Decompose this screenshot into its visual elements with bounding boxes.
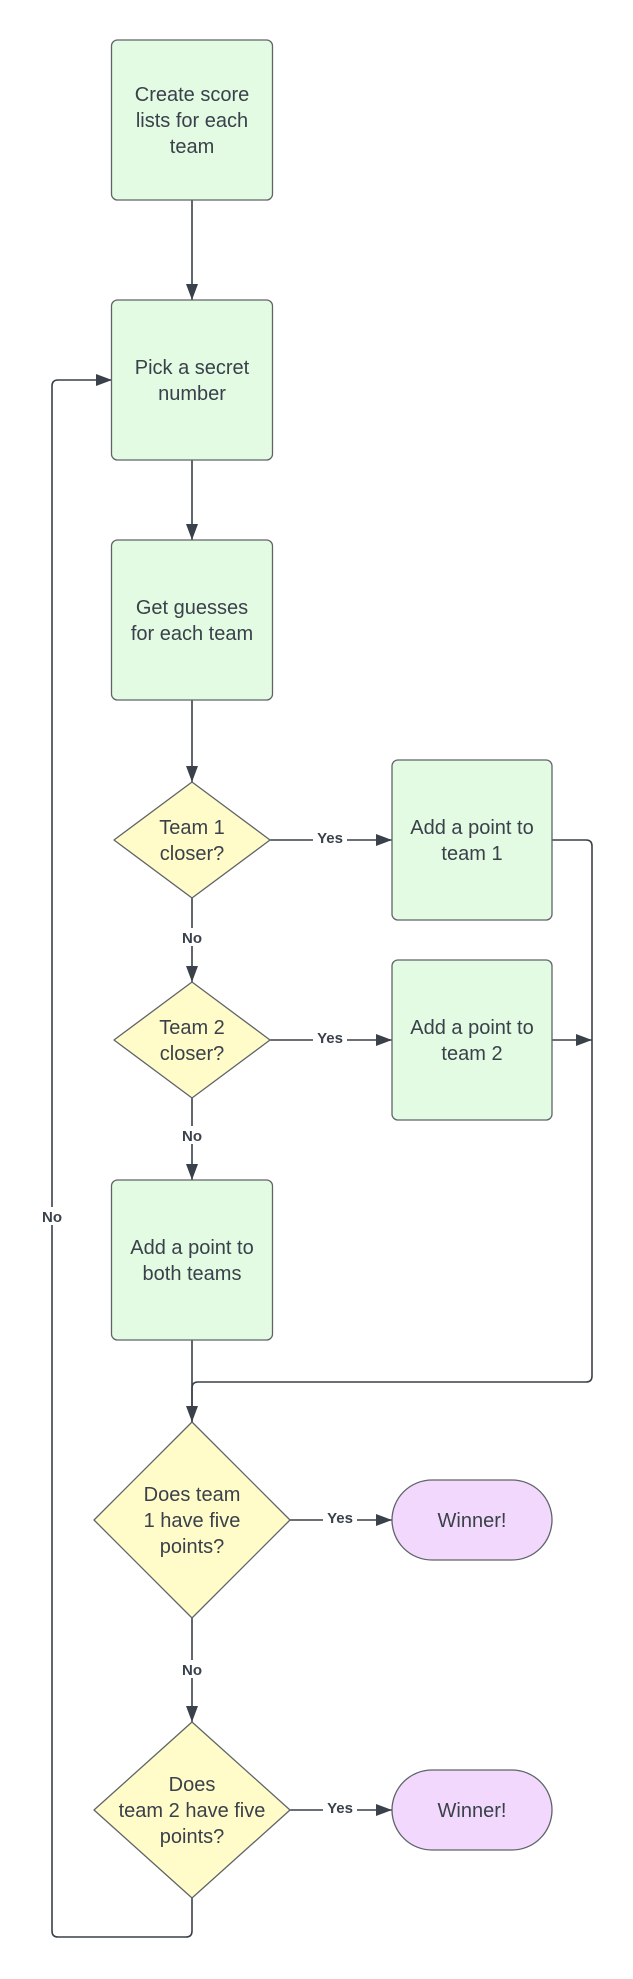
node-label-line: team	[170, 136, 214, 158]
node-label-line: Add a point to	[410, 817, 533, 839]
node-label-line: Does team	[144, 1484, 241, 1506]
node-label-line: Get guesses	[136, 597, 248, 619]
edge-label-no: No	[182, 930, 202, 947]
node-team1-closer[interactable]: Team 1 closer?	[113, 781, 271, 899]
arrowhead-icon	[96, 374, 112, 386]
arrowhead-icon	[186, 766, 198, 782]
process-box	[391, 759, 553, 921]
decision-diamond	[113, 981, 271, 1099]
arrowhead-icon	[376, 1804, 392, 1816]
node-label-line: Add a point to	[410, 1017, 533, 1039]
decision-diamond	[113, 781, 271, 899]
arrowhead-icon	[186, 1164, 198, 1180]
arrowhead-icon	[186, 1706, 198, 1722]
edge-label-no: No	[42, 1209, 62, 1226]
node-team2-closer[interactable]: Team 2 closer?	[113, 981, 271, 1099]
node-label-line: Team 2	[159, 1017, 225, 1039]
edge-label-yes: Yes	[327, 1510, 353, 1527]
flowchart-canvas: Create score lists for each team Pick a sec…	[35, 39, 593, 1938]
edge-label-yes: Yes	[317, 1030, 343, 1047]
arrowhead-icon	[186, 524, 198, 540]
node-label-line: Winner!	[438, 1800, 507, 1822]
edge-label-no: No	[182, 1662, 202, 1679]
node-add-team1[interactable]: Add a point to team 1	[391, 759, 553, 921]
edge-label-yes: Yes	[317, 830, 343, 847]
node-label-line: Pick a secret	[135, 357, 250, 379]
node-label-line: both teams	[143, 1263, 242, 1285]
arrowhead-icon	[186, 284, 198, 300]
process-box	[391, 959, 553, 1121]
edge-label-yes: Yes	[327, 1800, 353, 1817]
node-label-line: number	[158, 383, 226, 405]
node-team1-five[interactable]: Does team 1 have five points?	[93, 1421, 291, 1619]
node-get-guesses[interactable]: Get guesses for each team	[110, 539, 274, 701]
node-label-line: Team 1	[159, 817, 225, 839]
node-winner1[interactable]: Winner!	[391, 1479, 553, 1561]
process-box	[110, 299, 274, 461]
node-label-line: closer?	[160, 843, 224, 865]
arrowhead-icon	[376, 1514, 392, 1526]
process-box	[110, 1179, 274, 1341]
node-label-line: team 2 have five	[119, 1800, 266, 1822]
node-add-team2[interactable]: Add a point to team 2	[391, 959, 553, 1121]
nodes-layer: Create score lists for each team Pick a sec…	[93, 39, 553, 1899]
node-label-line: for each team	[131, 623, 253, 645]
node-label-line: closer?	[160, 1043, 224, 1065]
node-label-line: team 1	[441, 843, 502, 865]
arrowhead-icon	[576, 1034, 592, 1046]
arrowhead-icon	[376, 1034, 392, 1046]
arrowhead-icon	[186, 966, 198, 982]
node-add-both[interactable]: Add a point to both teams	[110, 1179, 274, 1341]
node-label-line: Does	[169, 1774, 216, 1796]
node-label-line: points?	[160, 1826, 225, 1848]
process-box	[110, 539, 274, 701]
edge-label-no: No	[182, 1128, 202, 1145]
node-winner2[interactable]: Winner!	[391, 1769, 553, 1851]
node-label-line: Create score	[135, 84, 250, 106]
node-label-line: team 2	[441, 1043, 502, 1065]
node-team2-five[interactable]: Does team 2 have five points?	[93, 1721, 291, 1899]
node-label-line: points?	[160, 1536, 225, 1558]
node-label-line: Winner!	[438, 1510, 507, 1532]
node-label-line: lists for each	[136, 110, 248, 132]
node-pick-number[interactable]: Pick a secret number	[110, 299, 274, 461]
node-label-line: 1 have five	[144, 1510, 241, 1532]
node-create-lists[interactable]: Create score lists for each team	[110, 39, 274, 201]
arrowhead-icon	[376, 834, 392, 846]
arrowhead-icon	[186, 1406, 198, 1422]
node-label-line: Add a point to	[130, 1237, 253, 1259]
